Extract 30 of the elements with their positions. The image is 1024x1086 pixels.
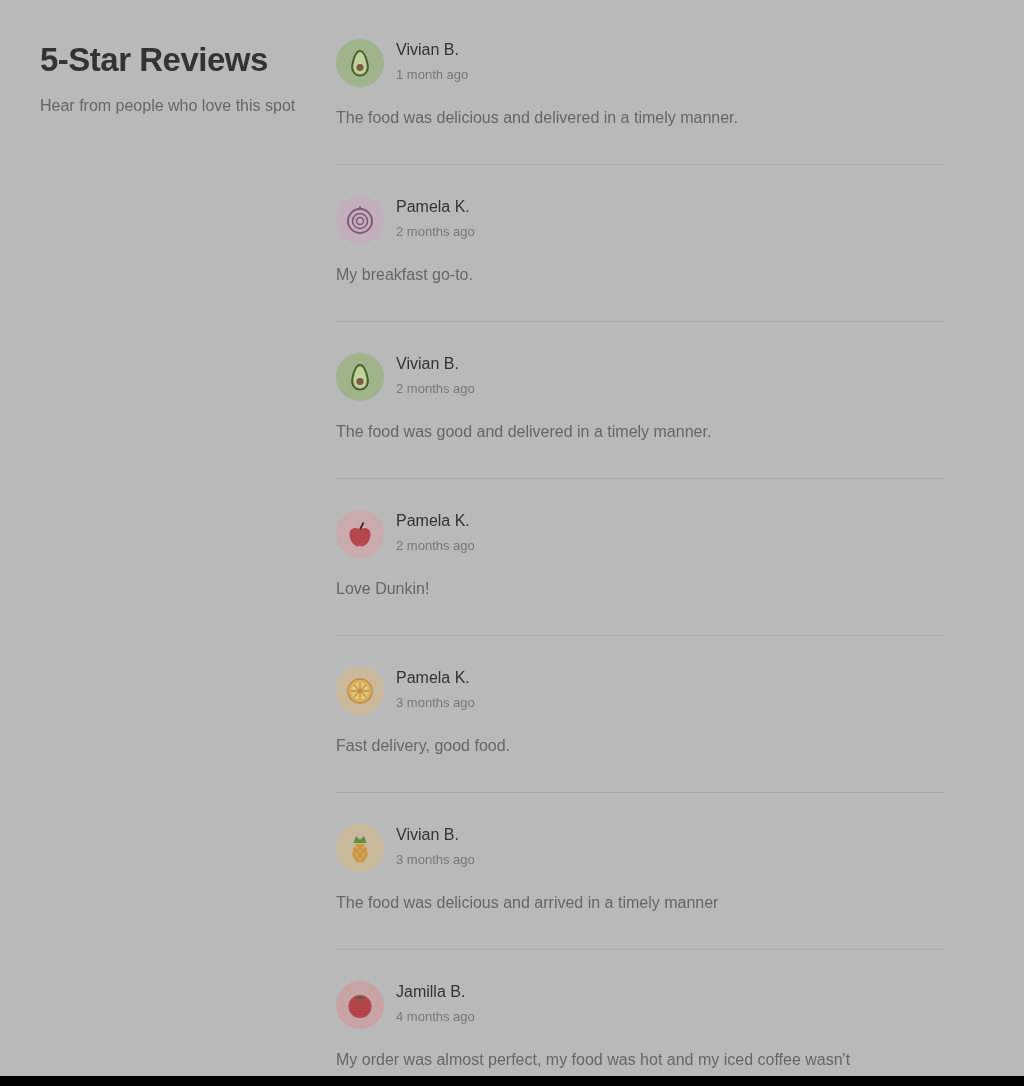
reviewer-name: Pamela K. (396, 511, 470, 531)
reviewer-name: Vivian B. (396, 354, 459, 374)
reviewer-name: Jamilla B. (396, 982, 466, 1002)
avocado-icon (336, 353, 384, 401)
apple-icon (336, 510, 384, 558)
reviewer-name: Vivian B. (396, 825, 459, 845)
review-text: Love Dunkin! (336, 580, 430, 597)
review-text: The food was good and delivered in a timely manner. (336, 423, 712, 440)
tomato-icon (336, 981, 384, 1029)
review-date: 2 months ago (396, 537, 475, 555)
review-text: The food was delicious and arrived in a timely manner (336, 894, 719, 911)
pineapple-icon (336, 824, 384, 872)
review-date: 2 months ago (396, 223, 475, 241)
page-subtitle: Hear from people who love this spot (40, 97, 296, 114)
review-date: 4 months ago (396, 1008, 475, 1026)
review-date: 2 months ago (396, 380, 475, 398)
review-text: My breakfast go-to. (336, 266, 473, 283)
review-date: 1 month ago (396, 66, 469, 84)
reviewer-name: Vivian B. (396, 40, 459, 60)
avocado-icon (336, 39, 384, 87)
citrus-slice-icon (336, 667, 384, 715)
reviewer-name: Pamela K. (396, 197, 470, 217)
review-text: My order was almost perfect, my food was hot and my iced coffee wasn't (336, 1051, 851, 1068)
review-text: Fast delivery, good food. (336, 737, 511, 754)
onion-icon (336, 196, 384, 244)
reviewer-name: Pamela K. (396, 668, 470, 688)
review-date: 3 months ago (396, 851, 475, 869)
review-date: 3 months ago (396, 694, 475, 712)
review-text: The food was delicious and delivered in a timely manner. (336, 109, 738, 126)
page-title: 5-Star Reviews (40, 40, 268, 80)
